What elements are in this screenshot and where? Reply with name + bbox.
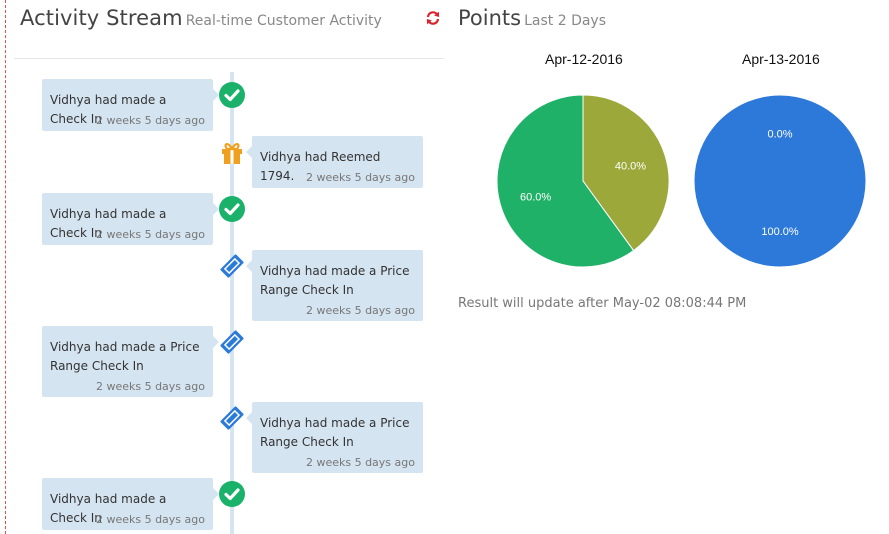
activity-item-text: Vidhya had made a Price Range Check In xyxy=(260,416,410,449)
activity-item-time: 2 weeks 5 days ago xyxy=(95,513,205,526)
activity-item: Vidhya had made a Price Range Check In 2… xyxy=(42,326,219,397)
gift-icon xyxy=(218,138,246,166)
activity-item-time: 2 weeks 5 days ago xyxy=(305,304,415,317)
activity-item-time: 2 weeks 5 days ago xyxy=(95,380,205,393)
pie-1-title: Apr-12-2016 xyxy=(545,51,623,67)
check-circle-icon xyxy=(218,81,246,109)
page-border-line xyxy=(5,0,6,534)
pie-chart-1: 40.0% 60.0% xyxy=(496,94,670,268)
activity-title: Activity Stream xyxy=(20,6,183,30)
activity-item-time: 2 weeks 5 days ago xyxy=(305,456,415,469)
check-circle-icon xyxy=(218,480,246,508)
pie-slice-label: 60.0% xyxy=(520,191,551,203)
ticket-icon xyxy=(218,404,246,432)
activity-item-text: Vidhya had made a Price Range Check In xyxy=(50,340,200,373)
pie-slice-label: 40.0% xyxy=(615,161,646,173)
header-divider xyxy=(14,58,444,59)
activity-item: Vidhya had made a Check In 2 weeks 5 day… xyxy=(42,193,219,245)
activity-item-time: 2 weeks 5 days ago xyxy=(305,171,415,184)
points-title: Points xyxy=(458,6,522,30)
activity-item: Vidhya had made a Price Range Check In 2… xyxy=(246,250,423,321)
points-panel: Points Last 2 Days Apr-12-2016 40.0% 60.0%… xyxy=(458,0,888,534)
activity-item: Vidhya had made a Price Range Check In 2… xyxy=(246,402,423,473)
activity-item: Vidhya had made a Check In 2 weeks 5 day… xyxy=(42,478,219,530)
pie-slice xyxy=(693,94,867,268)
ticket-icon xyxy=(218,328,246,356)
activity-item-time: 2 weeks 5 days ago xyxy=(95,114,205,127)
ticket-icon xyxy=(218,252,246,280)
activity-stream-panel: Activity Stream Real-time Customer Activi… xyxy=(14,0,444,534)
pie-slice-label: 100.0% xyxy=(761,226,799,238)
activity-item-text: Vidhya had made a Price Range Check In xyxy=(260,264,410,297)
pie-2-title: Apr-13-2016 xyxy=(742,51,820,67)
activity-item: Vidhya had Reemed 1794. 2 weeks 5 days a… xyxy=(246,136,423,188)
activity-item-time: 2 weeks 5 days ago xyxy=(95,228,205,241)
activity-header: Activity Stream Real-time Customer Activi… xyxy=(20,6,382,30)
pie-slice-label: 0.0% xyxy=(767,129,792,141)
pie-chart-2: 0.0% 100.0% xyxy=(693,94,867,268)
check-circle-icon xyxy=(218,195,246,223)
points-header: Points Last 2 Days xyxy=(458,6,606,30)
activity-subtitle: Real-time Customer Activity xyxy=(185,13,382,29)
points-subtitle: Last 2 Days xyxy=(524,13,607,29)
activity-item: Vidhya had made a Check In 2 weeks 5 day… xyxy=(42,79,219,131)
refresh-icon[interactable] xyxy=(425,10,441,26)
update-note: Result will update after May-02 08:08:44… xyxy=(458,296,747,311)
